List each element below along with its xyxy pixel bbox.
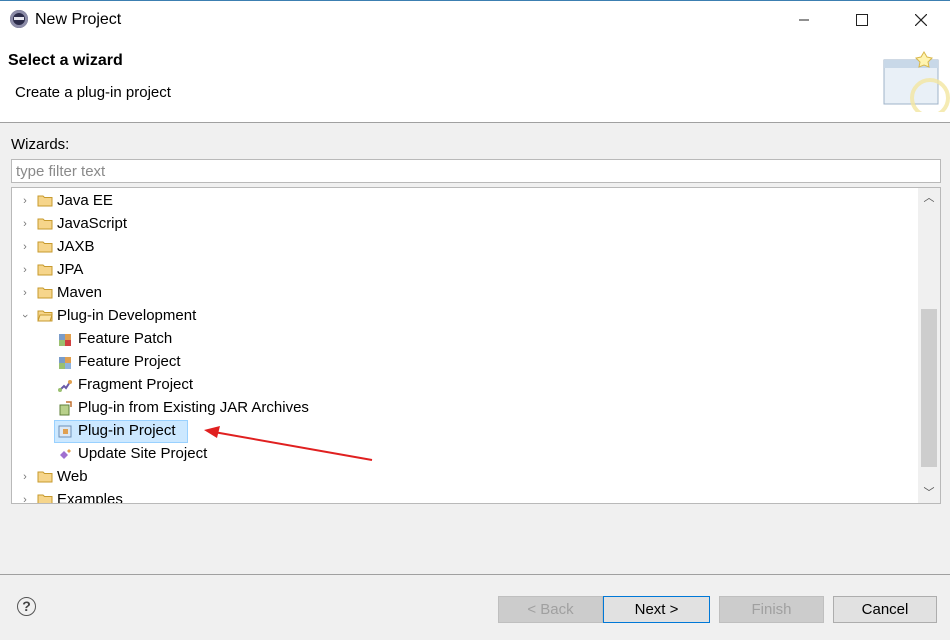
banner-description: Create a plug-in project: [15, 84, 171, 101]
tree-item-label: Web: [57, 468, 88, 485]
tree-item-label: Feature Patch: [78, 330, 173, 347]
help-icon[interactable]: ?: [17, 597, 36, 616]
folder-icon: [37, 241, 53, 253]
annotation-arrow-icon: [204, 426, 373, 461]
tree-item-fragment-project[interactable]: Fragment Project: [12, 374, 917, 397]
close-icon: [915, 14, 927, 26]
tree-item-java-ee[interactable]: › Java EE: [12, 190, 917, 213]
chevron-right-icon[interactable]: ›: [20, 240, 30, 254]
tree-item-jpa[interactable]: › JPA: [12, 259, 917, 282]
maximize-button[interactable]: [833, 1, 891, 39]
tree-item-web[interactable]: › Web: [12, 466, 917, 489]
chevron-right-icon[interactable]: ›: [20, 217, 30, 231]
tree-item-label: JavaScript: [57, 215, 128, 232]
wizard-banner: Select a wizard Create a plug-in project: [0, 38, 950, 123]
feature-patch-icon: [59, 334, 71, 346]
chevron-right-icon[interactable]: ›: [20, 493, 30, 503]
chevron-right-icon[interactable]: ›: [20, 470, 30, 484]
banner-title: Select a wizard: [8, 52, 123, 69]
chevron-right-icon[interactable]: ›: [20, 286, 30, 300]
tree-item-jaxb[interactable]: › JAXB: [12, 236, 917, 259]
tree-item-label: Plug-in Development: [57, 307, 197, 324]
tree-item-update-site-project[interactable]: Update Site Project: [12, 443, 917, 466]
vertical-scrollbar[interactable]: ︿ ﹀: [918, 188, 940, 503]
tree-item-label: Examples: [57, 491, 123, 504]
maximize-icon: [856, 14, 868, 26]
tree-item-feature-patch[interactable]: Feature Patch: [12, 328, 917, 351]
tree-item-plugin-project[interactable]: Plug-in Project: [12, 420, 917, 443]
folder-icon: [37, 287, 53, 299]
folder-icon: [37, 218, 53, 230]
close-button[interactable]: [892, 1, 950, 39]
eclipse-logo-icon: [10, 10, 28, 28]
tree-item-examples[interactable]: › Examples: [12, 489, 917, 504]
feature-project-icon: [59, 357, 71, 369]
next-button[interactable]: Next >: [603, 596, 710, 623]
wizard-tree[interactable]: › Java EE › JavaScript › JAXB › JPA › Ma…: [11, 187, 941, 504]
tree-item-label: Feature Project: [78, 353, 181, 370]
tree-item-label: Plug-in Project: [78, 422, 176, 439]
title-bar: New Project: [0, 0, 950, 38]
window-title: New Project: [35, 11, 122, 28]
scroll-down-arrow-icon[interactable]: ﹀: [918, 483, 940, 503]
tree-item-feature-project[interactable]: Feature Project: [12, 351, 917, 374]
tree-item-plugin-development[interactable]: › Plug-in Development: [12, 305, 917, 328]
tree-item-label: Fragment Project: [78, 376, 194, 393]
minimize-button[interactable]: [775, 1, 833, 39]
folder-icon: [37, 195, 53, 207]
new-wizard-graphic-icon: [883, 51, 950, 112]
tree-item-label: JAXB: [57, 238, 95, 255]
back-button[interactable]: < Back: [498, 596, 603, 623]
separator: [0, 574, 950, 575]
scroll-up-arrow-icon[interactable]: ︿: [918, 188, 940, 208]
fragment-project-icon: [58, 380, 72, 392]
filter-input[interactable]: [11, 159, 941, 183]
wizards-label: Wizards:: [11, 136, 70, 153]
folder-icon: [37, 264, 53, 276]
tree-item-label: JPA: [57, 261, 84, 278]
plugin-project-icon: [58, 425, 72, 438]
plugin-from-jar-icon: [59, 401, 72, 416]
chevron-right-icon[interactable]: ›: [20, 263, 30, 277]
finish-button[interactable]: Finish: [719, 596, 824, 623]
tree-item-plugin-from-jar[interactable]: Plug-in from Existing JAR Archives: [12, 397, 917, 420]
cancel-button[interactable]: Cancel: [833, 596, 937, 623]
folder-icon: [37, 494, 53, 503]
minimize-icon: [799, 19, 809, 21]
tree-item-label: Plug-in from Existing JAR Archives: [78, 399, 309, 416]
tree-item-maven[interactable]: › Maven: [12, 282, 917, 305]
tree-item-javascript[interactable]: › JavaScript: [12, 213, 917, 236]
chevron-right-icon[interactable]: ›: [20, 194, 30, 208]
scrollbar-thumb[interactable]: [921, 309, 937, 467]
tree-item-label: Maven: [57, 284, 103, 301]
update-site-icon: [60, 449, 71, 459]
tree-item-label: Update Site Project: [78, 445, 208, 462]
tree-item-label: Java EE: [57, 192, 113, 209]
folder-icon: [37, 471, 53, 483]
open-folder-icon: [37, 310, 53, 322]
chevron-down-icon[interactable]: ›: [18, 311, 32, 321]
